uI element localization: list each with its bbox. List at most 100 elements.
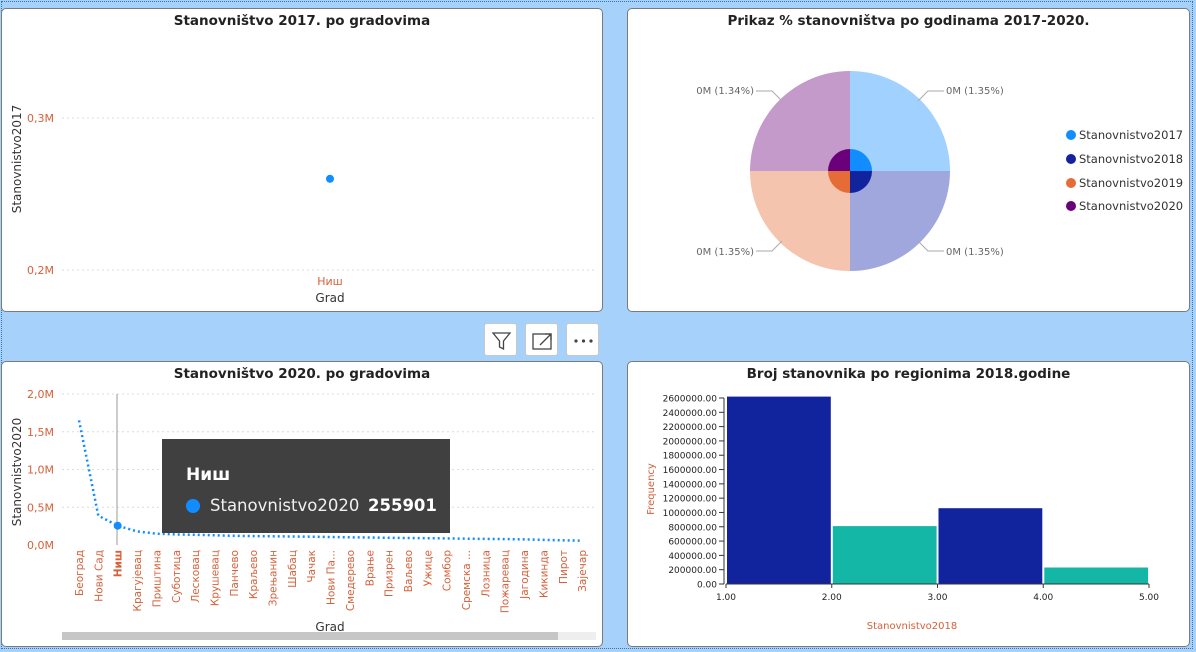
tooltip: Ниш Stanovnistvo2020 255901 <box>162 439 450 533</box>
y-tick-label: 0.00 <box>697 581 717 591</box>
focus-mode-icon <box>532 333 552 350</box>
histogram-chart[interactable]: 2600000.00 2400000.00 2200000.00 2000000.00… <box>628 362 1189 646</box>
y-tick-label: 200000.00 <box>668 566 717 576</box>
legend-label[interactable]: Stanovnistvo2017 <box>1079 128 1183 142</box>
y-axis-label: Stanovnistvo2017 <box>10 105 24 214</box>
x-tick-label: Јагодина <box>519 550 531 600</box>
y-tick-label: 2000000.00 <box>663 437 718 447</box>
x-tick-label: Врање <box>364 550 376 586</box>
y-tick-label: 1,0M <box>27 464 54 477</box>
filter-button[interactable] <box>484 323 517 356</box>
histogram-bar[interactable] <box>938 508 1043 584</box>
x-tick-label: Пирот <box>558 550 570 584</box>
x-tick-label: Шабац <box>287 550 299 588</box>
scatter-point[interactable] <box>326 174 334 183</box>
x-tick-label: Смедерево <box>345 550 357 611</box>
x-axis-label: Grad <box>315 291 344 305</box>
y-tick-label: 1600000.00 <box>663 466 718 476</box>
x-tick-label: Крагујевац <box>132 550 144 611</box>
y-tick-label: 1800000.00 <box>663 452 718 462</box>
x-tick-label: Призрен <box>384 550 396 597</box>
y-tick-label: 2400000.00 <box>663 409 718 419</box>
x-tick-label: Београд <box>74 550 86 596</box>
leader-line <box>756 240 783 252</box>
x-tick-label: Крушевац <box>210 550 222 606</box>
x-tick-label: Краљево <box>248 550 260 599</box>
focus-mode-button[interactable] <box>525 323 558 356</box>
x-tick-label: 3.00 <box>927 593 947 603</box>
y-tick-label: 0,3M <box>27 112 54 125</box>
scatter-2017-panel[interactable]: Stanovništvo 2017. po gradovima 0,3M 0,2… <box>1 8 603 312</box>
x-tick-label: 5.00 <box>1139 593 1159 603</box>
y-tick-label: 0,0M <box>27 539 54 552</box>
legend-label[interactable]: Stanovnistvo2020 <box>1079 199 1183 213</box>
y-tick-label: 400000.00 <box>668 552 717 562</box>
more-options-button[interactable] <box>566 323 599 356</box>
data-label: 0M (1.35%) <box>946 86 1004 97</box>
x-tick-label: Ниш <box>317 275 343 288</box>
y-axis-label: Stanovnistvo2020 <box>10 418 24 527</box>
legend-label[interactable]: Stanovnistvo2018 <box>1079 152 1183 166</box>
x-tick-label: Нови Сад <box>93 550 105 602</box>
pie-panel[interactable]: Prikaz % stanovništva po godinama 2017-2… <box>627 8 1190 312</box>
x-tick-label: Лесковац <box>190 550 202 603</box>
data-label: 0M (1.35%) <box>696 247 754 258</box>
histogram-panel[interactable]: Broj stanovnika po regionima 2018.godine… <box>627 361 1190 647</box>
x-tick-label: Лозница <box>480 550 492 597</box>
leader-line <box>756 90 783 102</box>
legend-marker <box>1066 130 1076 140</box>
leader-line <box>917 240 944 252</box>
filter-icon <box>491 332 512 351</box>
legend-marker <box>1066 178 1076 188</box>
x-tick-label: Нови Па... <box>326 550 338 605</box>
legend-marker <box>1066 201 1076 211</box>
x-tick-label: Суботица <box>171 550 183 603</box>
pie-chart[interactable]: 0M (1.35%) 0M (1.34%) 0M (1.35%) 0M (1.3… <box>628 9 1189 311</box>
x-tick-label: Ниш <box>113 550 125 577</box>
x-tick-label: Панчево <box>229 550 241 596</box>
y-tick-label: 2200000.00 <box>663 423 718 433</box>
x-tick-label: Зрењанин <box>268 550 280 606</box>
x-tick-label: 1.00 <box>716 593 736 603</box>
tooltip-title: Ниш <box>186 465 231 485</box>
histogram-bar[interactable] <box>1044 567 1149 585</box>
tooltip-value: 255901 <box>368 496 437 515</box>
x-tick-label: Приштина <box>151 550 163 607</box>
histogram-bar[interactable] <box>832 526 937 584</box>
y-tick-label: 1000000.00 <box>663 509 718 519</box>
x-tick-label: Кикинда <box>538 550 550 598</box>
x-tick-label: Сомбор <box>442 550 454 592</box>
x-axis-label: Stanovnistvo2018 <box>867 621 958 632</box>
y-axis-label: Frequency <box>646 463 657 515</box>
x-tick-label: 2.00 <box>822 593 842 603</box>
y-tick-label: 2600000.00 <box>663 395 718 405</box>
legend-marker <box>1066 154 1076 164</box>
scatter-2017-chart[interactable]: 0,3M 0,2M Stanovnistvo2017 Ниш Grad <box>2 9 602 311</box>
histogram-bar[interactable] <box>727 396 831 584</box>
y-tick-label: 1200000.00 <box>663 495 718 505</box>
legend-label[interactable]: Stanovnistvo2019 <box>1079 176 1183 190</box>
x-tick-label: Ужице <box>422 550 434 586</box>
x-tick-label: Сремска ... <box>461 550 473 610</box>
data-label: 0M (1.35%) <box>946 247 1004 258</box>
data-label: 0M (1.34%) <box>696 86 754 97</box>
scrollbar-thumb[interactable] <box>62 632 558 640</box>
y-tick-label: 0,5M <box>27 501 54 514</box>
tooltip-series-marker <box>186 499 200 513</box>
more-options-icon <box>574 339 593 343</box>
y-tick-label: 1400000.00 <box>663 480 718 490</box>
x-tick-label: Зајечар <box>577 550 589 592</box>
data-point[interactable] <box>113 521 122 530</box>
x-tick-label: Пожаревац <box>500 550 512 613</box>
leader-line <box>917 90 944 102</box>
legend[interactable]: Stanovnistvo2017 Stanovnistvo2018 Stanov… <box>1066 128 1183 213</box>
x-tick-label: Чачак <box>306 550 318 583</box>
y-tick-label: 1,5M <box>27 426 54 439</box>
x-tick-label: 4.00 <box>1033 593 1053 603</box>
x-tick-label: Ваљево <box>403 550 415 592</box>
y-tick-label: 800000.00 <box>668 523 717 533</box>
tooltip-series-label: Stanovnistvo2020 <box>210 496 360 515</box>
y-tick-label: 0,2M <box>27 264 54 277</box>
y-tick-label: 2,0M <box>27 388 54 401</box>
y-tick-label: 600000.00 <box>668 538 717 548</box>
